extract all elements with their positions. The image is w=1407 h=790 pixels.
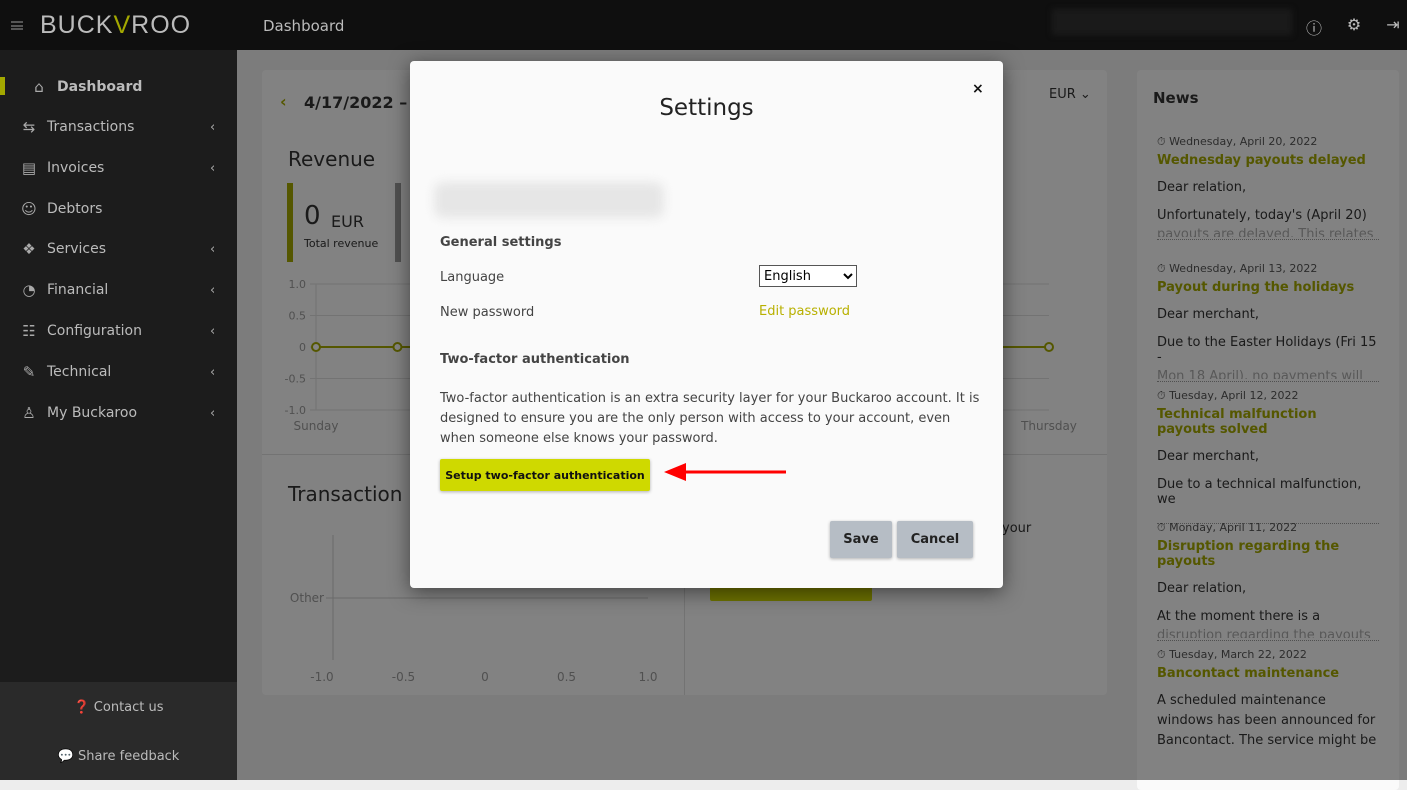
twofa-heading: Two-factor authentication [440, 352, 630, 367]
sidebar-item-technical[interactable]: ✎ Technical ‹ [0, 354, 237, 390]
password-label: New password [440, 305, 535, 320]
wrench-icon: ✎ [22, 363, 36, 381]
sidebar-item-dashboard[interactable]: ⌂ Dashboard [0, 69, 237, 105]
chevron-left-icon: ‹ [210, 241, 216, 257]
logo[interactable]: BUCKVROO [40, 11, 191, 40]
close-icon[interactable]: × [972, 81, 984, 97]
cancel-button[interactable]: Cancel [897, 521, 973, 558]
twofa-description: Two-factor authentication is an extra se… [440, 391, 980, 446]
services-icon: ❖ [22, 240, 36, 258]
account-name [434, 182, 664, 218]
settings-modal: Settings × General settings Language Eng… [410, 61, 1003, 588]
sidebar-item-invoices[interactable]: ▤ Invoices ‹ [0, 150, 237, 186]
feedback-icon[interactable]: ⓘ [1304, 15, 1324, 38]
user-settings-icon[interactable]: ⚙ [1344, 15, 1364, 35]
chevron-left-icon: ‹ [210, 405, 216, 421]
sidebar-item-services[interactable]: ❖ Services ‹ [0, 231, 237, 267]
menu-icon[interactable] [11, 21, 23, 30]
chevron-left-icon: ‹ [210, 282, 216, 298]
sidebar: ⌂ Dashboard ⇆ Transactions ‹ ▤ Invoices ‹ ☺ De… [0, 50, 237, 780]
sidebar-item-financial[interactable]: ◔ Financial ‹ [0, 272, 237, 308]
contact-us-link[interactable]: ❓ Contact us [0, 700, 237, 715]
invoices-icon: ▤ [21, 159, 37, 177]
transfer-icon: ⇆ [22, 118, 36, 136]
chevron-left-icon: ‹ [210, 119, 216, 135]
top-bar: BUCKVROO Dashboard ⓘ ⚙ ⇥ [0, 0, 1407, 50]
home-icon: ⌂ [34, 78, 44, 96]
sidebar-item-configuration[interactable]: ☷ Configuration ‹ [0, 313, 237, 349]
sidebar-item-transactions[interactable]: ⇆ Transactions ‹ [0, 109, 237, 145]
piggy-bank-icon: ◔ [22, 281, 36, 299]
sliders-icon: ☷ [22, 322, 36, 340]
sidebar-item-my-buckaroo[interactable]: ♙ My Buckaroo ‹ [0, 395, 237, 431]
chat-icon: 💬 [57, 749, 78, 764]
setup-twofa-button[interactable]: Setup two-factor authentication [440, 459, 650, 491]
sidebar-item-debtors[interactable]: ☺ Debtors [0, 191, 237, 227]
question-icon: ❓ [73, 700, 94, 715]
general-settings-heading: General settings [440, 235, 562, 250]
chevron-left-icon: ‹ [210, 323, 216, 339]
sidebar-footer: ❓ Contact us 💬 Share feedback [0, 682, 237, 780]
modal-title: Settings [659, 95, 754, 121]
language-select[interactable]: English [759, 265, 857, 287]
users-icon: ☺ [21, 200, 37, 218]
chevron-left-icon: ‹ [210, 364, 216, 380]
page-title: Dashboard [263, 17, 345, 35]
account-info [1052, 9, 1292, 35]
user-icon: ♙ [22, 404, 36, 422]
annotation-arrow-icon [664, 463, 786, 481]
chevron-left-icon: ‹ [210, 160, 216, 176]
edit-password-link[interactable]: Edit password [759, 304, 850, 319]
language-label: Language [440, 270, 505, 285]
save-button[interactable]: Save [830, 521, 892, 558]
logout-icon[interactable]: ⇥ [1383, 15, 1403, 35]
share-feedback-link[interactable]: 💬 Share feedback [0, 749, 237, 764]
